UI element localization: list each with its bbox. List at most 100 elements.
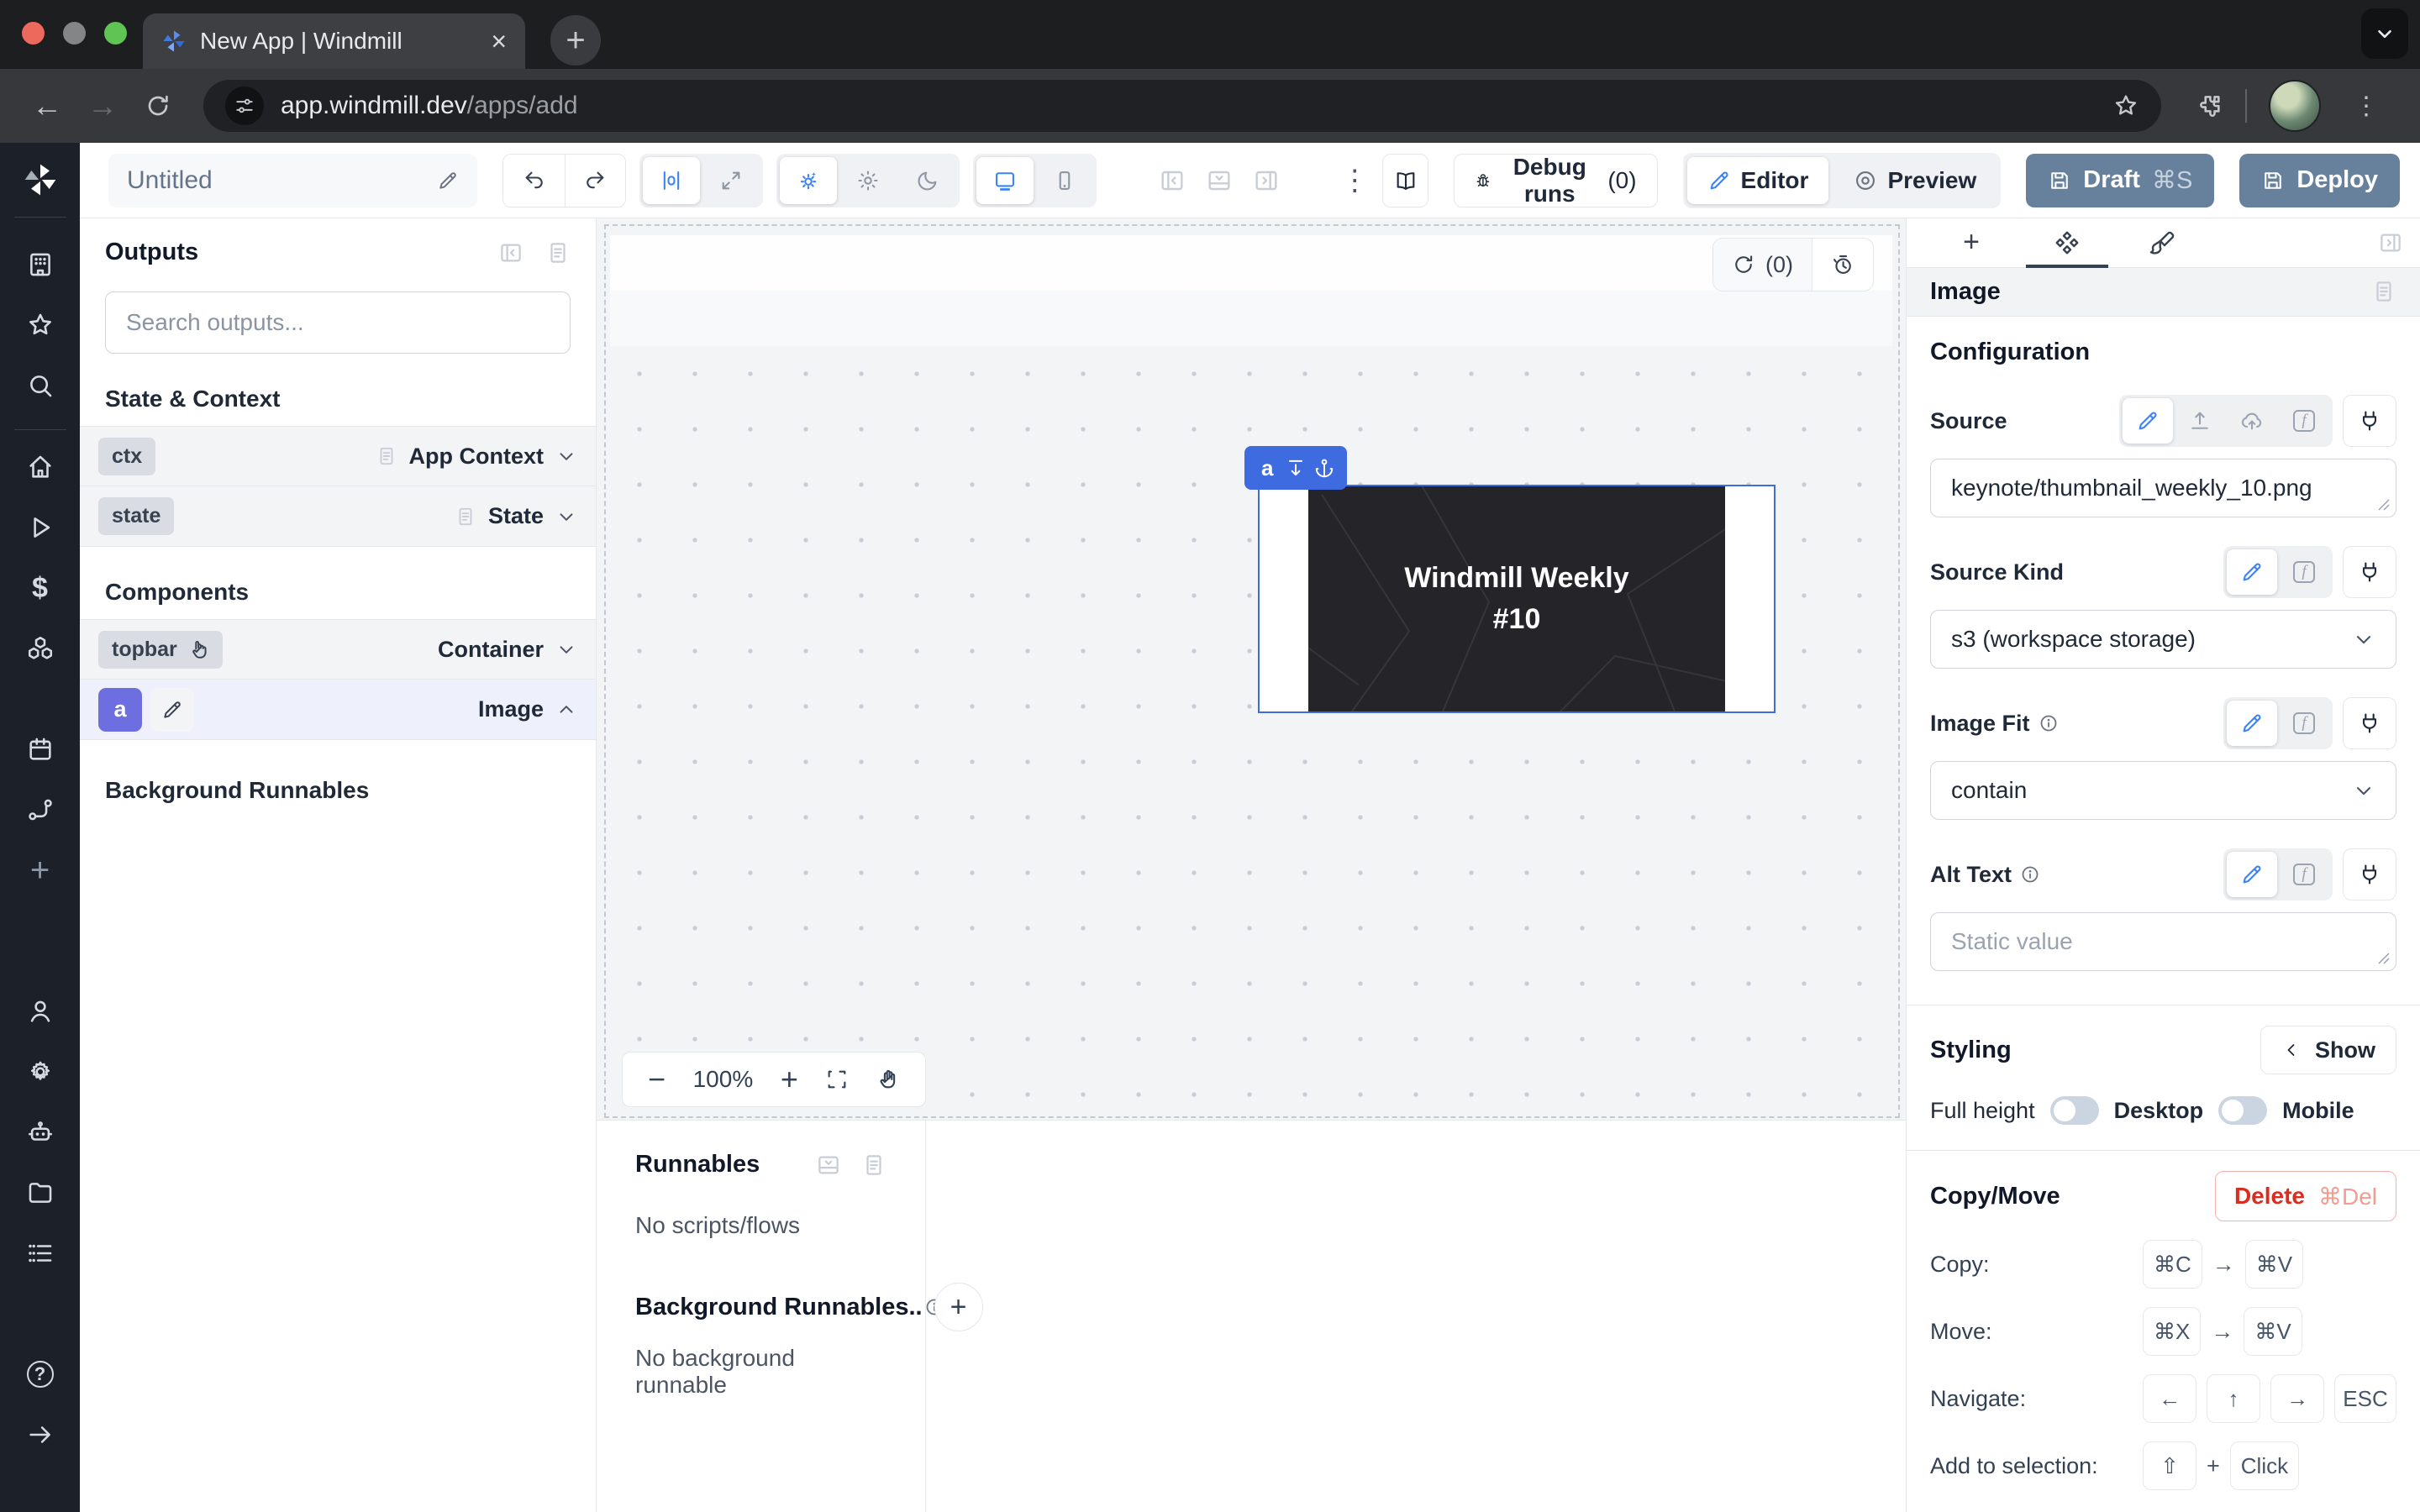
show-styling-button[interactable]: Show: [2260, 1026, 2396, 1074]
sidebar-item-help[interactable]: ?: [22, 1356, 59, 1393]
auto-theme-button[interactable]: [780, 157, 837, 204]
refresh-button[interactable]: (0): [1713, 239, 1812, 291]
anchor-icon[interactable]: [1313, 457, 1335, 479]
collapse-bottom-icon[interactable]: [816, 1152, 841, 1178]
sidebar-item-search[interactable]: [22, 367, 59, 404]
doc-icon[interactable]: [2371, 279, 2396, 304]
topbar-container-component[interactable]: [610, 235, 1892, 346]
source-kind-select[interactable]: s3 (workspace storage): [1930, 610, 2396, 669]
preview-tab[interactable]: Preview: [1833, 157, 1996, 204]
sidebar-collapse-button[interactable]: [22, 1416, 59, 1453]
full-width-button[interactable]: [702, 157, 760, 204]
window-controls[interactable]: [22, 22, 127, 45]
zoom-in-button[interactable]: +: [781, 1062, 798, 1097]
sidebar-item-logs[interactable]: [22, 1235, 59, 1272]
eval-mode-button[interactable]: f: [2279, 549, 2329, 595]
static-mode-button[interactable]: [2227, 701, 2277, 746]
docs-button[interactable]: [1382, 154, 1428, 207]
s3-upload-mode-button[interactable]: [2227, 398, 2277, 444]
fit-view-icon[interactable]: [825, 1068, 849, 1091]
collapse-panel-icon[interactable]: [498, 240, 523, 265]
mobile-view-button[interactable]: [1036, 157, 1093, 204]
toggle-right-panel-icon[interactable]: [1253, 167, 1280, 194]
pan-hand-icon[interactable]: [876, 1068, 900, 1091]
light-theme-button[interactable]: [839, 157, 897, 204]
expand-down-icon[interactable]: [1285, 457, 1307, 479]
new-tab-button[interactable]: +: [550, 15, 601, 66]
connect-button[interactable]: [2343, 546, 2396, 598]
deploy-button[interactable]: Deploy: [2239, 154, 2400, 207]
chevron-down-icon[interactable]: [555, 445, 577, 467]
component-a-badge[interactable]: a: [98, 688, 142, 732]
doc-icon[interactable]: [545, 240, 571, 265]
upload-mode-button[interactable]: [2175, 398, 2225, 444]
tab-search-button[interactable]: [2361, 8, 2408, 59]
outputs-search[interactable]: [105, 291, 571, 354]
reload-button[interactable]: [134, 82, 182, 129]
edit-pencil-icon[interactable]: [437, 170, 459, 192]
full-height-toggle[interactable]: [2050, 1096, 2099, 1125]
sidebar-item-add[interactable]: +: [22, 852, 59, 889]
tab-global-styling[interactable]: [2115, 218, 2211, 267]
sidebar-item-folders[interactable]: [22, 1174, 59, 1211]
eval-mode-button[interactable]: f: [2279, 398, 2329, 444]
toggle-bottom-panel-icon[interactable]: [1206, 167, 1233, 194]
address-bar[interactable]: app.windmill.dev/apps/add: [203, 80, 2161, 132]
topbar-badge[interactable]: topbar: [98, 631, 223, 669]
sidebar-item-favorites[interactable]: [22, 307, 59, 344]
connect-button[interactable]: [2343, 395, 2396, 447]
sidebar-item-users[interactable]: [22, 993, 59, 1030]
app-name-field[interactable]: Untitled: [108, 154, 477, 207]
desktop-toggle[interactable]: [2218, 1096, 2267, 1125]
image-fit-select[interactable]: contain: [1930, 761, 2396, 820]
tab-component-settings[interactable]: [2019, 218, 2115, 267]
browser-tab[interactable]: New App | Windmill ×: [143, 13, 525, 69]
dark-theme-button[interactable]: [899, 157, 956, 204]
state-badge[interactable]: state: [98, 497, 174, 535]
component-row-a-selected[interactable]: a Image: [80, 680, 596, 740]
forward-button[interactable]: →: [79, 82, 126, 129]
chevron-down-icon[interactable]: [555, 638, 577, 661]
debug-runs-button[interactable]: Debug runs (0): [1454, 154, 1657, 207]
rename-component-button[interactable]: [150, 688, 194, 732]
minimize-window-button[interactable]: [63, 22, 86, 45]
toggle-left-panel-icon[interactable]: [1159, 167, 1186, 194]
editor-tab[interactable]: Editor: [1687, 157, 1829, 204]
history-button[interactable]: [1812, 239, 1873, 291]
sidebar-item-triggers[interactable]: [22, 791, 59, 828]
selected-image-component[interactable]: Windmill Weekly #10: [1258, 485, 1776, 713]
sidebar-item-resources[interactable]: [22, 630, 59, 667]
sidebar-item-workspace[interactable]: [22, 246, 59, 283]
sidebar-item-settings[interactable]: [22, 1053, 59, 1090]
zoom-window-button[interactable]: [104, 22, 127, 45]
output-row-state[interactable]: state State: [80, 486, 596, 547]
redo-button[interactable]: [565, 155, 625, 207]
profile-avatar[interactable]: [2269, 80, 2321, 132]
site-settings-icon[interactable]: [225, 87, 264, 125]
centered-layout-button[interactable]: [643, 157, 700, 204]
draft-button[interactable]: Draft ⌘S: [2026, 154, 2214, 207]
back-button[interactable]: ←: [24, 82, 71, 129]
sidebar-item-workers[interactable]: [22, 1114, 59, 1151]
close-tab-icon[interactable]: ×: [491, 28, 507, 55]
eval-mode-button[interactable]: f: [2279, 701, 2329, 746]
extensions-icon[interactable]: [2195, 92, 2223, 120]
component-row-topbar[interactable]: topbar Container: [80, 619, 596, 680]
sidebar-item-runs[interactable]: [22, 509, 59, 546]
eval-mode-button[interactable]: f: [2279, 852, 2329, 897]
ctx-badge[interactable]: ctx: [98, 438, 155, 475]
resize-handle-icon[interactable]: [2378, 953, 2390, 964]
connect-button[interactable]: [2343, 697, 2396, 749]
collapse-right-panel-icon[interactable]: [2378, 230, 2403, 255]
undo-button[interactable]: [503, 155, 564, 207]
tab-insert-component[interactable]: +: [1923, 218, 2019, 267]
chevron-up-icon[interactable]: [555, 699, 577, 721]
chevron-down-icon[interactable]: [555, 506, 577, 528]
app-canvas[interactable]: (0) a: [597, 218, 1906, 1120]
connect-button[interactable]: [2343, 848, 2396, 900]
windmill-logo-icon[interactable]: [22, 161, 59, 198]
bookmark-star-icon[interactable]: [2112, 92, 2139, 119]
delete-component-button[interactable]: Delete ⌘Del: [2215, 1171, 2396, 1221]
static-mode-button[interactable]: [2227, 852, 2277, 897]
resize-handle-icon[interactable]: [2378, 499, 2390, 511]
